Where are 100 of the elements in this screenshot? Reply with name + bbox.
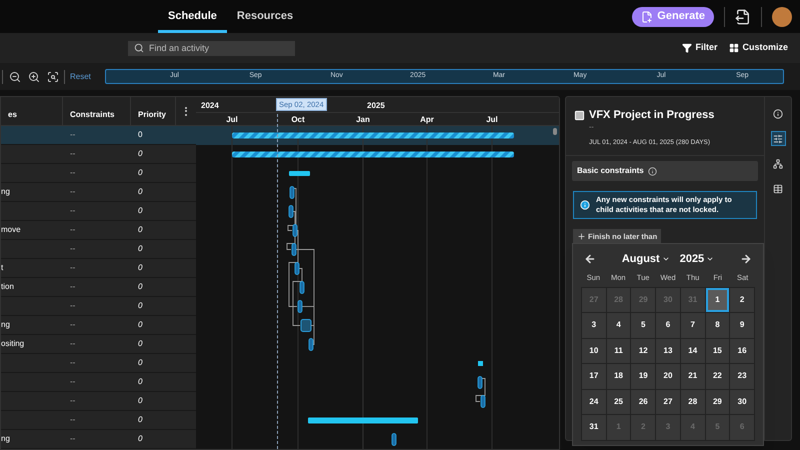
calendar-day[interactable]: 4 xyxy=(606,313,630,338)
calendar-day[interactable]: 1 xyxy=(706,288,730,312)
calendar-day[interactable]: 11 xyxy=(606,338,630,363)
milestone-marker[interactable] xyxy=(478,361,483,366)
table-row[interactable]: -- 0 xyxy=(1,202,196,221)
scrollbar-thumb[interactable] xyxy=(553,128,557,135)
calendar-day[interactable]: 30 xyxy=(730,390,754,414)
table-cell: -- xyxy=(70,148,76,160)
table-cell: -- xyxy=(70,281,76,293)
calendar-day[interactable]: 14 xyxy=(680,338,705,363)
calendar-day[interactable]: 17 xyxy=(582,364,606,388)
customize-button[interactable]: Customize xyxy=(729,41,788,55)
table-cell: 0 xyxy=(138,262,142,274)
calendar-day[interactable]: 21 xyxy=(680,364,705,388)
calendar-day[interactable]: 15 xyxy=(706,338,730,363)
table-row[interactable]: t -- 0 xyxy=(1,259,196,278)
calendar-day[interactable]: 31 xyxy=(582,415,606,440)
calendar-day[interactable]: 27 xyxy=(656,390,680,414)
task-block[interactable] xyxy=(300,319,312,332)
table-cell: -- xyxy=(70,376,76,388)
task-network-drawing[interactable] xyxy=(476,376,486,408)
task-network-drawing[interactable] xyxy=(286,186,314,351)
grid-icon xyxy=(729,43,740,53)
export-icon[interactable] xyxy=(735,8,751,24)
calendar-day[interactable]: 12 xyxy=(631,338,656,363)
table-row[interactable]: -- 0 xyxy=(1,297,196,316)
calendar-day[interactable]: 13 xyxy=(656,338,680,363)
table-row[interactable]: -- 0 xyxy=(1,126,196,145)
table-cell: -- xyxy=(70,167,76,179)
calendar-day[interactable]: 5 xyxy=(631,313,656,338)
table-cell: 0 xyxy=(138,281,142,293)
table-cell: move xyxy=(1,224,21,236)
project-title: VFX Project in Progress xyxy=(589,108,714,123)
zoom-fit-icon[interactable] xyxy=(47,70,59,82)
calendar-day[interactable]: 10 xyxy=(582,338,606,363)
nav-tab[interactable]: Resources xyxy=(226,0,304,33)
calendar-day[interactable]: 8 xyxy=(706,313,730,338)
calendar-day[interactable]: 29 xyxy=(706,390,730,414)
calendar-day[interactable]: 19 xyxy=(631,364,656,388)
month-dropdown[interactable]: August xyxy=(622,251,670,268)
next-month-icon[interactable] xyxy=(740,253,752,266)
calendar-day[interactable]: 26 xyxy=(631,390,656,414)
calendar-day[interactable]: 28 xyxy=(680,390,705,414)
calendar-day[interactable]: 2 xyxy=(730,288,754,312)
calendar-day[interactable]: 25 xyxy=(606,390,630,414)
year-dropdown[interactable]: 2025 xyxy=(680,251,714,268)
table-cell: ng xyxy=(1,319,10,331)
calendar-day[interactable]: 18 xyxy=(606,364,630,388)
calendar-day[interactable]: 9 xyxy=(730,313,754,338)
month-label: Jul xyxy=(225,114,239,126)
sliders-icon[interactable] xyxy=(770,131,786,146)
calendar-day[interactable]: 22 xyxy=(706,364,730,388)
table-row[interactable]: ng -- 0 xyxy=(1,316,196,335)
zoom-in-icon[interactable] xyxy=(28,70,40,82)
calendar-day[interactable]: 23 xyxy=(730,364,754,388)
avatar[interactable] xyxy=(772,6,792,26)
table-cell: 0 xyxy=(138,433,142,445)
calendar-day[interactable]: 24 xyxy=(582,390,606,414)
month-label: Apr xyxy=(419,114,435,126)
project-icon xyxy=(574,110,585,121)
calendar-day[interactable]: 16 xyxy=(730,338,754,363)
calendar-day[interactable]: 7 xyxy=(680,313,705,338)
task-bar[interactable] xyxy=(392,433,396,446)
table-row[interactable]: -- 0 xyxy=(1,392,196,411)
table-cell: 0 xyxy=(138,224,142,236)
table-row[interactable]: -- 0 xyxy=(1,164,196,183)
column-header[interactable]: Constraints xyxy=(63,97,131,125)
table-row[interactable]: move -- 0 xyxy=(1,221,196,240)
month-label: Jan xyxy=(355,114,371,126)
table-cell: 0 xyxy=(138,338,142,350)
calendar-day[interactable]: 3 xyxy=(582,313,606,338)
reset-button[interactable]: Reset xyxy=(70,70,91,82)
previous-month-icon[interactable] xyxy=(584,253,596,266)
table-row[interactable]: -- 0 xyxy=(1,240,196,259)
table-cell: -- xyxy=(70,357,76,369)
search-field[interactable]: Find an activity xyxy=(128,40,295,56)
table-cell: ng xyxy=(1,433,10,445)
table-row[interactable]: -- 0 xyxy=(1,411,196,430)
table-row[interactable]: ng -- 0 xyxy=(1,430,196,449)
table-row[interactable]: ng -- 0 xyxy=(1,183,196,202)
table-cell: -- xyxy=(70,262,76,274)
search-icon xyxy=(134,43,144,53)
table-row[interactable]: -- 0 xyxy=(1,373,196,392)
year-label: 2024 xyxy=(201,100,219,112)
section-header[interactable]: Basic constraints xyxy=(572,161,758,182)
table-row[interactable]: -- 0 xyxy=(1,354,196,373)
filter-button[interactable]: Filter xyxy=(682,41,718,55)
table-row[interactable]: ositing -- 0 xyxy=(1,335,196,354)
document-plus-icon xyxy=(641,10,654,22)
table-cell: -- xyxy=(70,129,76,141)
calendar-day[interactable]: 20 xyxy=(656,364,680,388)
column-header[interactable]: es xyxy=(1,97,63,125)
calendar-day[interactable]: 6 xyxy=(656,313,680,338)
table-cell: 0 xyxy=(138,243,142,255)
table-row[interactable]: -- 0 xyxy=(1,145,196,164)
zoom-out-icon[interactable] xyxy=(9,70,21,82)
table-cell: 0 xyxy=(138,129,142,141)
table-cell: tion xyxy=(1,281,14,293)
column-header[interactable]: Priority xyxy=(131,97,176,125)
table-row[interactable]: tion -- 0 xyxy=(1,278,196,297)
